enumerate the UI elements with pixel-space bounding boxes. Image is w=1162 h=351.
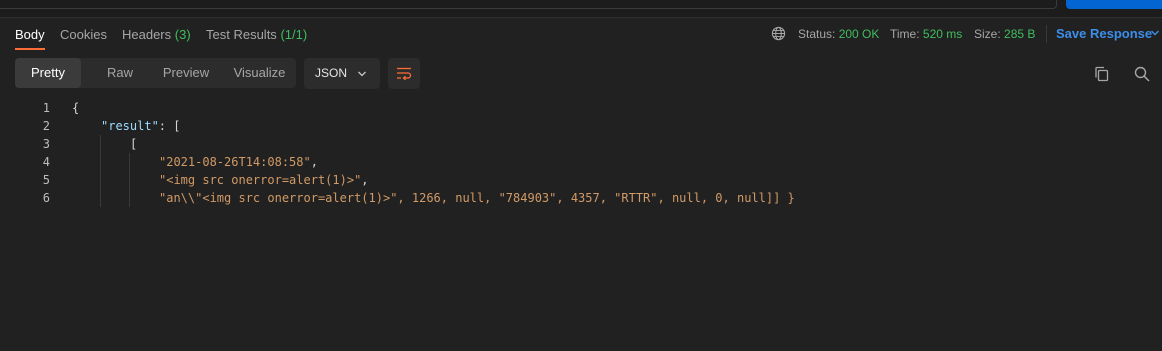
request-bar-strip <box>0 0 1162 18</box>
tab-count: (3) <box>174 27 191 42</box>
status-value: 200 OK <box>838 27 880 41</box>
line-number: 4 <box>42 155 50 169</box>
time-value: 520 ms <box>922 27 963 41</box>
format-select[interactable]: JSON <box>304 58 380 89</box>
tab-cookies[interactable]: Cookies <box>60 27 107 50</box>
url-input[interactable] <box>0 0 1057 9</box>
view-raw-button[interactable]: Raw <box>91 58 149 88</box>
copy-icon[interactable] <box>1093 65 1111 83</box>
view-visualize-button[interactable]: Visualize <box>223 58 296 88</box>
save-response-button[interactable]: Save Response <box>1056 26 1152 41</box>
response-body-editor[interactable]: 1 { 2 "result": [ 3 [ 4 "2021-08-26T14:0… <box>0 99 1162 351</box>
line-number: 5 <box>42 173 50 187</box>
status-readout[interactable]: Status: 200 OK <box>798 27 879 41</box>
size-readout[interactable]: Size: 285 B <box>974 27 1035 41</box>
divider <box>1046 25 1047 43</box>
json-punct: , <box>361 173 369 187</box>
code-line: 5 "<img src onerror=alert(1)>", <box>0 171 1162 189</box>
time-label: Time: <box>890 27 920 41</box>
search-icon[interactable] <box>1133 65 1151 83</box>
line-number: 3 <box>42 137 50 151</box>
wrap-lines-button[interactable] <box>388 58 420 89</box>
size-value: 285 B <box>1004 27 1036 41</box>
tab-label: Body <box>15 27 45 42</box>
code-text: "result": [ <box>101 117 180 135</box>
view-mode-group: Pretty Raw Preview Visualize <box>15 58 296 88</box>
chevron-down-icon <box>358 71 366 77</box>
size-label: Size: <box>974 27 1001 41</box>
time-readout[interactable]: Time: 520 ms <box>890 27 962 41</box>
tab-label: Headers <box>122 27 172 42</box>
code-line: 3 [ <box>0 135 1162 153</box>
wrap-lines-icon <box>397 67 412 81</box>
tab-headers[interactable]: Headers (3) <box>122 27 191 50</box>
line-number: 6 <box>42 191 50 205</box>
json-values: , 1266, null, "784903", 4357, "RTTR", nu… <box>397 191 795 205</box>
tab-label: Test Results <box>206 27 277 42</box>
json-key: "result" <box>101 119 159 133</box>
tab-count: (1/1) <box>280 27 308 42</box>
view-pretty-button[interactable]: Pretty <box>15 58 81 88</box>
send-button[interactable] <box>1066 0 1162 9</box>
json-punct: : [ <box>158 119 181 133</box>
code-text: "<img src onerror=alert(1)>", <box>159 171 369 189</box>
view-preview-button[interactable]: Preview <box>149 58 223 88</box>
status-label: Status: <box>798 27 836 41</box>
tab-label: Cookies <box>60 27 107 42</box>
json-string: "2021-08-26T14:08:58" <box>159 155 311 169</box>
line-number: 1 <box>42 101 50 115</box>
globe-icon[interactable] <box>771 26 786 41</box>
code-line: 4 "2021-08-26T14:08:58", <box>0 153 1162 171</box>
format-value: JSON <box>315 66 348 80</box>
chevron-down-icon[interactable] <box>1150 28 1160 38</box>
tab-body[interactable]: Body <box>15 27 45 50</box>
code-text: "an\\"<img src onerror=alert(1)>", 1266,… <box>159 189 795 207</box>
json-punct: , <box>310 155 318 169</box>
code-text: "2021-08-26T14:08:58", <box>159 153 318 171</box>
code-text: { <box>72 101 80 115</box>
tab-test-results[interactable]: Test Results (1/1) <box>206 27 307 50</box>
code-line: 6 "an\\"<img src onerror=alert(1)>", 126… <box>0 189 1162 207</box>
line-number: 2 <box>42 119 50 133</box>
code-text: [ <box>130 137 138 151</box>
json-string: "<img src onerror=alert(1)>" <box>159 173 362 187</box>
code-line: 1 { <box>0 99 1162 117</box>
code-line: 2 "result": [ <box>0 117 1162 135</box>
json-string: "an\\"<img src onerror=alert(1)>" <box>159 191 398 205</box>
